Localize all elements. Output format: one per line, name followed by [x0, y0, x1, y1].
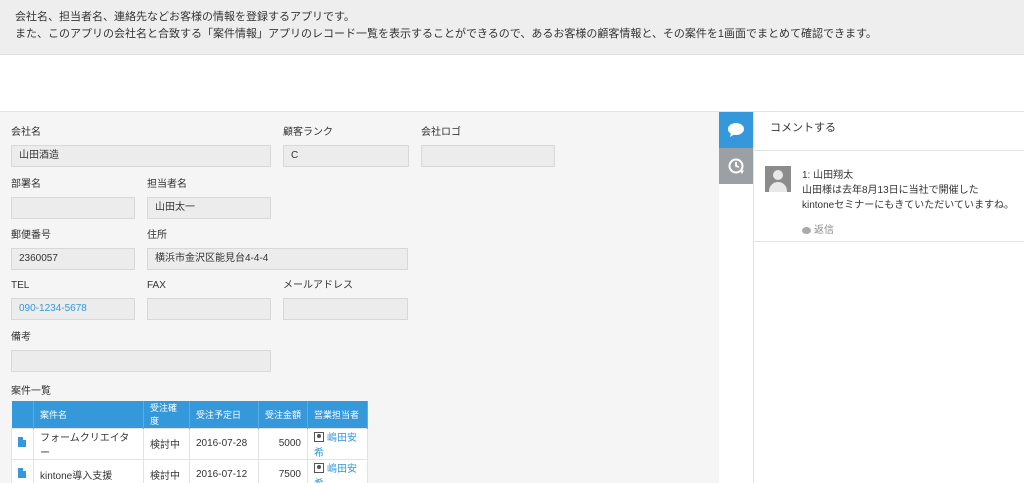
case-probability: 検討中	[143, 458, 190, 483]
field-person: 担当者名 山田太一	[147, 178, 271, 219]
field-rank: 顧客ランク C	[283, 126, 409, 167]
column-header: 受注確度	[143, 401, 190, 428]
description-line-2: また、このアプリの会社名と合致する「案件情報」アプリのレコード一覧を表示すること…	[15, 28, 877, 40]
field-label: メールアドレス	[283, 280, 353, 291]
field-email: メールアドレス	[283, 279, 408, 320]
comment-line: 山田様は去年8月13日に当社で開催した	[802, 185, 979, 196]
field-fax: FAX	[147, 279, 271, 320]
user-icon	[314, 431, 324, 442]
column-header: 案件名	[33, 401, 144, 428]
address-value[interactable]: 横浜市金沢区能見台4-4-4	[147, 248, 408, 270]
comment-tab[interactable]	[719, 112, 753, 148]
case-name: kintone導入支援	[33, 458, 144, 483]
comment-text: 山田様は去年8月13日に当社で開催した kintoneセミナーにもきていただいて…	[802, 183, 1020, 213]
case-rep[interactable]: 嶋田安希	[307, 427, 368, 460]
field-notes: 備考	[11, 331, 271, 372]
department-value[interactable]	[11, 197, 135, 219]
case-amount: 5000	[258, 427, 308, 460]
case-date: 2016-07-12	[189, 458, 259, 483]
document-icon[interactable]	[18, 437, 26, 447]
record-form: 会社名 山田酒造 顧客ランク C 会社ロゴ 部署名 担当者名 山田太一 郵便番号…	[0, 112, 719, 483]
table-row: フォームクリエイター 検討中 2016-07-28 5000 嶋田安希	[11, 427, 368, 460]
table-header-row: 案件名 受注確度 受注予定日 受注金額 営業担当者	[11, 401, 368, 428]
column-header: 受注金額	[258, 401, 308, 428]
history-icon	[728, 158, 744, 174]
app-description: 会社名、担当者名、連絡先などお客様の情報を登録するアプリです。 また、このアプリ…	[0, 0, 1024, 55]
logo-value[interactable]	[421, 145, 555, 167]
company-value[interactable]: 山田酒造	[11, 145, 271, 167]
field-label: 顧客ランク	[283, 127, 333, 138]
field-label: FAX	[147, 280, 166, 291]
reply-button[interactable]: 返信	[802, 221, 834, 236]
notes-value[interactable]	[11, 350, 271, 372]
field-department: 部署名	[11, 178, 135, 219]
fax-value[interactable]	[147, 298, 271, 320]
person-value[interactable]: 山田太一	[147, 197, 271, 219]
avatar	[765, 166, 791, 192]
reply-icon	[802, 227, 811, 234]
comment-icon	[728, 123, 744, 137]
comment-panel: コメントする 1: 山田翔太 山田様は去年8月13日に当社で開催した kinto…	[753, 112, 1024, 483]
comment-line: kintoneセミナーにもきていただいていますね。	[802, 200, 1014, 211]
document-icon[interactable]	[18, 468, 26, 478]
field-tel: TEL 090-1234-5678	[11, 279, 135, 320]
email-value[interactable]	[283, 298, 408, 320]
case-probability: 検討中	[143, 427, 190, 460]
case-rep[interactable]: 嶋田安希	[307, 458, 368, 483]
field-company: 会社名 山田酒造	[11, 126, 271, 167]
header-spacer	[0, 55, 1024, 112]
case-name: フォームクリエイター	[33, 427, 144, 460]
post-comment-link[interactable]: コメントする	[770, 119, 836, 135]
case-date: 2016-07-28	[189, 427, 259, 460]
comment-item: 1: 山田翔太 山田様は去年8月13日に当社で開催した kintoneセミナーに…	[754, 150, 1024, 242]
user-icon	[314, 462, 324, 473]
field-label: 郵便番号	[11, 230, 51, 241]
description-line-1: 会社名、担当者名、連絡先などお客様の情報を登録するアプリです。	[15, 11, 355, 23]
field-label: TEL	[11, 280, 30, 291]
cases-label: 案件一覧	[11, 386, 51, 397]
avatar-body-shape	[769, 182, 787, 192]
comment-author: 1: 山田翔太	[802, 170, 854, 181]
case-amount: 7500	[258, 458, 308, 483]
field-label: 会社名	[11, 127, 41, 138]
cases-table: 案件名 受注確度 受注予定日 受注金額 営業担当者 フォームクリエイター 検討中…	[11, 401, 368, 483]
record-link[interactable]	[11, 427, 34, 460]
avatar-head-shape	[773, 170, 783, 180]
reply-label[interactable]: 返信	[814, 225, 834, 236]
tel-link[interactable]: 090-1234-5678	[11, 298, 135, 320]
rank-value[interactable]: C	[283, 145, 409, 167]
field-label: 住所	[147, 230, 167, 241]
column-header: 受注予定日	[189, 401, 259, 428]
column-header: 営業担当者	[307, 401, 368, 428]
field-zip: 郵便番号 2360057	[11, 229, 135, 270]
zip-value[interactable]: 2360057	[11, 248, 135, 270]
field-label: 担当者名	[147, 179, 187, 190]
table-row: kintone導入支援 検討中 2016-07-12 7500 嶋田安希	[11, 458, 368, 483]
field-label: 部署名	[11, 179, 41, 190]
record-link[interactable]	[11, 458, 34, 483]
field-logo: 会社ロゴ	[421, 126, 555, 167]
history-tab[interactable]	[719, 148, 753, 184]
field-label: 備考	[11, 332, 31, 343]
field-label: 会社ロゴ	[421, 127, 461, 138]
field-address: 住所 横浜市金沢区能見台4-4-4	[147, 229, 408, 270]
icon-column-header	[11, 401, 34, 428]
